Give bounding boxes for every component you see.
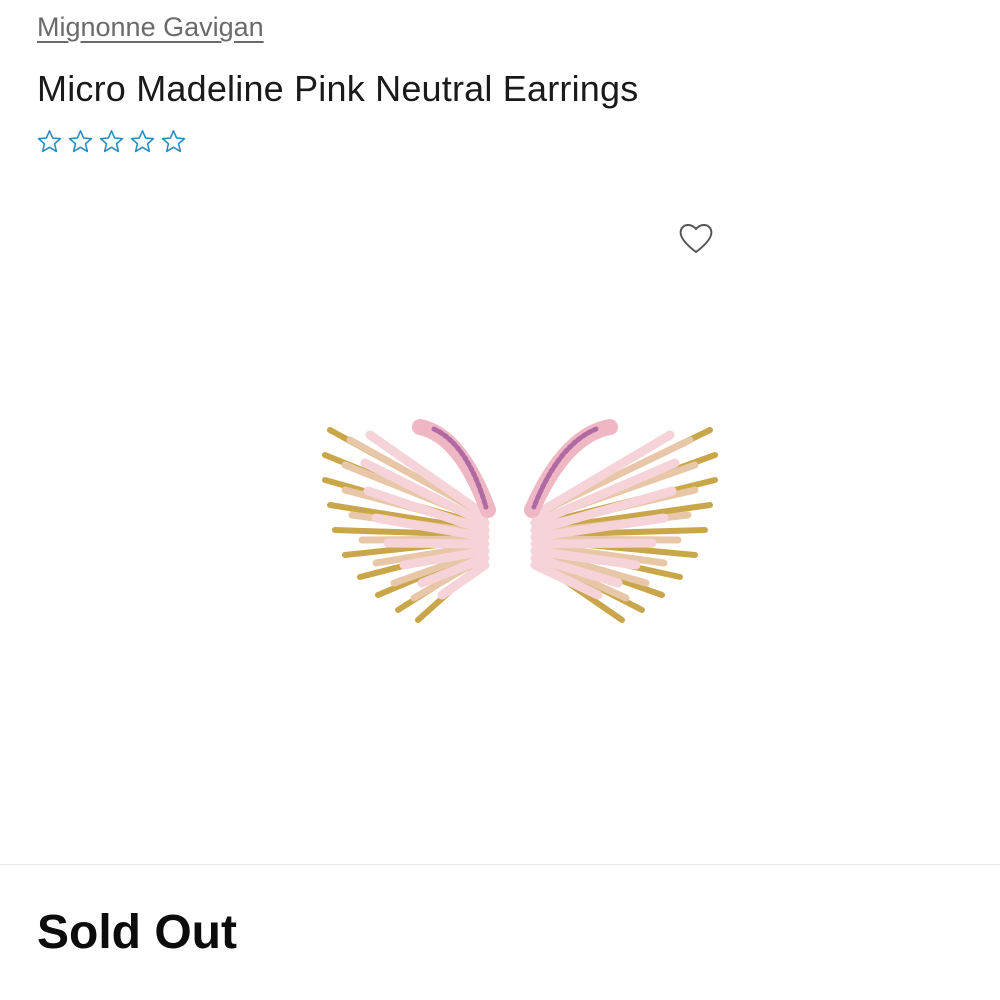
star-outline-icon [130, 130, 155, 153]
brand-link[interactable]: Mignonne Gavigan [37, 12, 264, 43]
star-outline-icon [99, 130, 124, 153]
sold-out-status: Sold Out [37, 906, 237, 959]
product-title: Micro Madeline Pink Neutral Earrings [37, 68, 639, 109]
right-earring [524, 419, 718, 623]
star-outline-icon [37, 130, 62, 153]
product-page: Mignonne Gavigan Micro Madeline Pink Neu… [0, 0, 1000, 1000]
star-rating[interactable] [36, 128, 187, 155]
earrings-image[interactable] [300, 395, 740, 635]
star-outline-icon [161, 130, 186, 153]
section-divider [0, 864, 1000, 865]
left-earring [322, 419, 496, 623]
heart-outline-icon[interactable] [676, 218, 716, 258]
star-outline-icon [68, 130, 93, 153]
